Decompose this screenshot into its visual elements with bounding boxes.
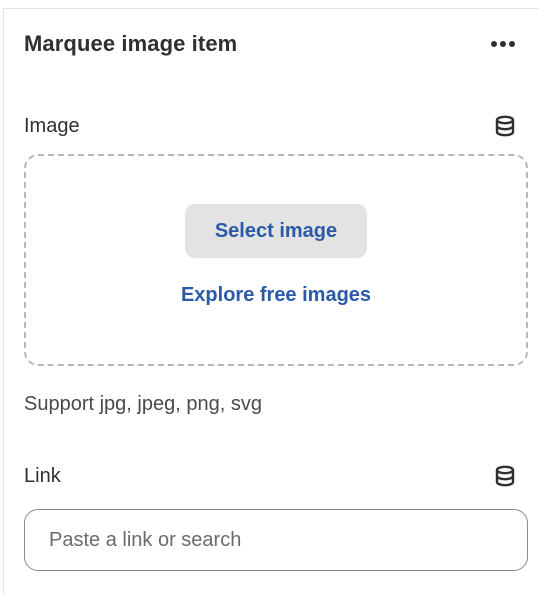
image-support-hint: Support jpg, jpeg, png, svg xyxy=(24,393,262,415)
link-dynamic-source-button[interactable] xyxy=(490,461,520,491)
panel-header: Marquee image item xyxy=(24,29,520,59)
database-icon xyxy=(495,115,515,137)
more-horizontal-icon xyxy=(491,41,515,47)
link-input[interactable] xyxy=(24,509,528,571)
panel-title: Marquee image item xyxy=(24,31,238,56)
image-dynamic-source-button[interactable] xyxy=(490,111,520,141)
database-icon xyxy=(495,465,515,487)
select-image-button[interactable]: Select image xyxy=(185,204,367,258)
explore-free-images-link[interactable]: Explore free images xyxy=(26,284,526,307)
link-field-header: Link xyxy=(24,461,520,491)
image-field-header: Image xyxy=(24,111,520,141)
image-dropzone[interactable]: Select image Explore free images xyxy=(24,154,528,366)
more-actions-button[interactable] xyxy=(486,31,520,57)
image-field-label: Image xyxy=(24,114,80,137)
settings-panel: Marquee image item Image Select image Ex… xyxy=(3,8,538,594)
link-field-label: Link xyxy=(24,464,61,487)
